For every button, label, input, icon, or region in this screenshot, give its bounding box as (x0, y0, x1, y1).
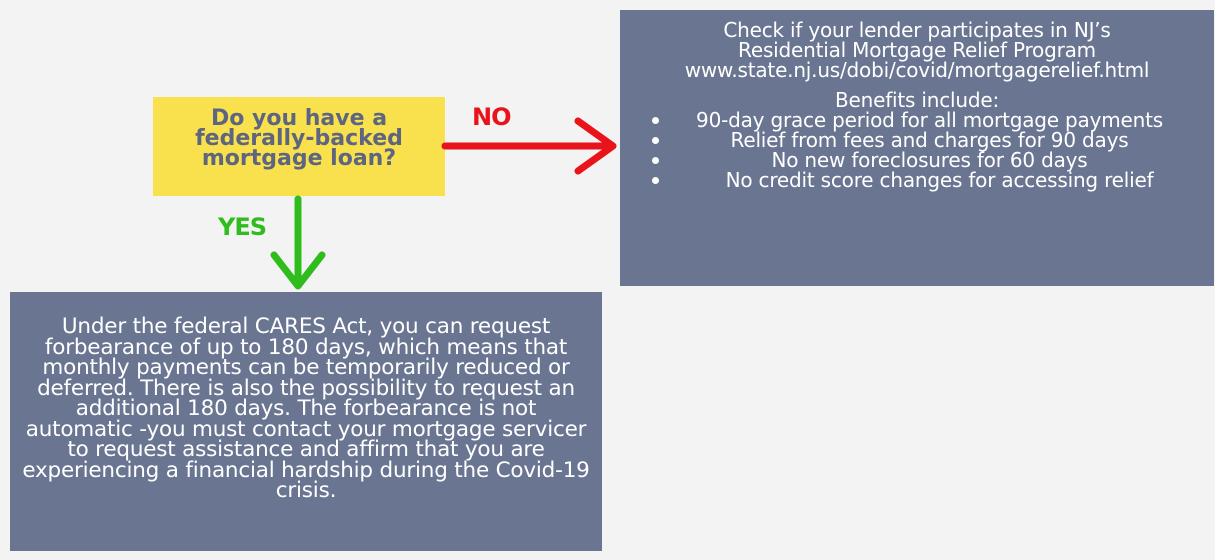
cares-act-text: Under the federal CARES Act, you can req… (22, 314, 590, 503)
cares-act-box: Under the federal CARES Act, you can req… (10, 292, 602, 551)
